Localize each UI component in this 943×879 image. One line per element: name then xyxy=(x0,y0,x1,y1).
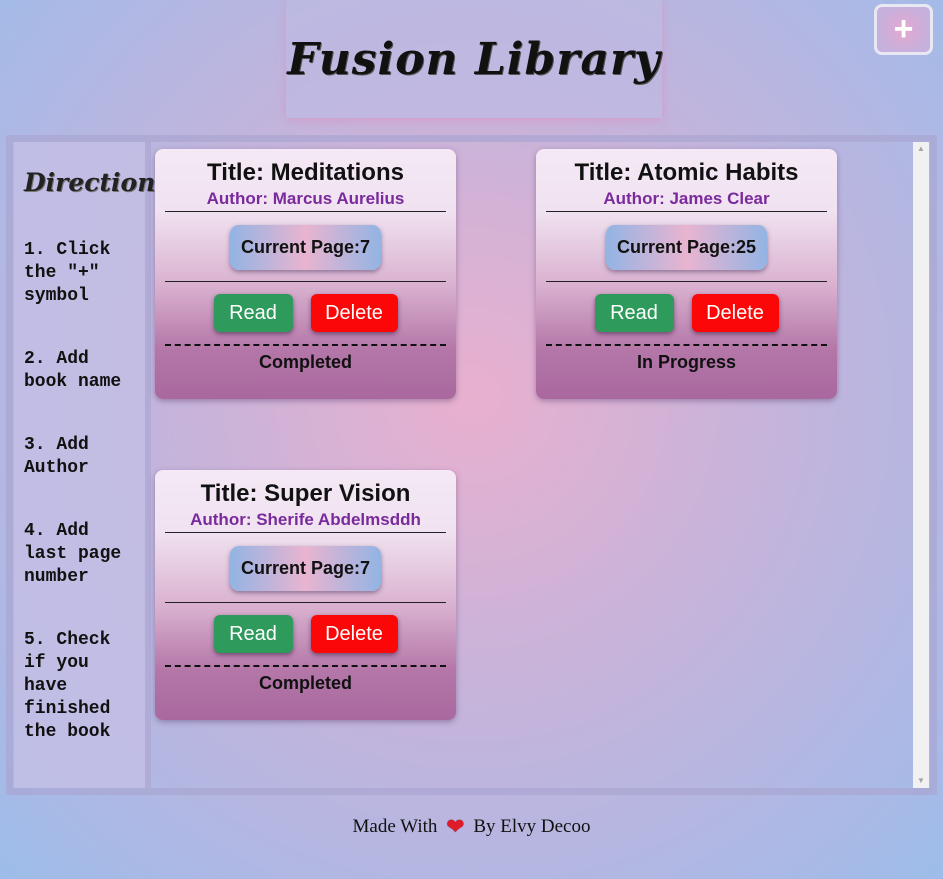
book-card: Title: Atomic Habits Author: James Clear… xyxy=(536,149,837,399)
current-page-badge: Current Page:7 xyxy=(229,225,382,270)
delete-button[interactable]: Delete xyxy=(310,615,398,653)
book-card: Title: Super Vision Author: Sherife Abde… xyxy=(155,470,456,720)
current-page-value: 25 xyxy=(736,237,757,257)
current-page-badge: Current Page:7 xyxy=(229,546,382,591)
direction-step: 3. Add Author xyxy=(24,435,89,478)
book-author: Author: James Clear xyxy=(603,189,770,208)
book-title: Title: Atomic Habits xyxy=(574,159,799,186)
current-page-label: Current Page: xyxy=(240,558,360,578)
delete-button[interactable]: Delete xyxy=(691,294,779,332)
scroll-up-arrow-icon[interactable]: ▲ xyxy=(913,142,929,156)
divider xyxy=(165,532,446,533)
book-status: Completed xyxy=(258,352,352,372)
plus-icon: + xyxy=(893,10,914,48)
current-page-badge: Current Page:25 xyxy=(605,225,768,270)
read-button[interactable]: Read xyxy=(594,294,674,332)
direction-step: 1. Click the "+" symbol xyxy=(24,240,111,306)
divider xyxy=(546,211,827,212)
book-status: In Progress xyxy=(636,352,737,372)
app-logo: Fusion Library xyxy=(287,33,661,85)
library-panel: Directions 1. Click the "+" symbol 2. Ad… xyxy=(6,135,937,795)
add-book-button[interactable]: + xyxy=(874,4,933,55)
logo-banner: Fusion Library xyxy=(286,0,662,118)
footer-author: By Elvy Decoo xyxy=(473,816,591,837)
heart-icon: ❤ xyxy=(446,814,465,839)
current-page-value: 7 xyxy=(360,237,371,257)
current-page-label: Current Page: xyxy=(240,237,360,257)
book-card: Title: Meditations Author: Marcus Aureli… xyxy=(155,149,456,399)
footer: Made With ❤ By Elvy Decoo xyxy=(0,814,943,840)
scroll-down-arrow-icon[interactable]: ▼ xyxy=(913,774,929,788)
book-author: Author: Marcus Aurelius xyxy=(206,189,405,208)
read-button[interactable]: Read xyxy=(213,294,293,332)
footer-made-with: Made With xyxy=(352,816,438,837)
book-status: Completed xyxy=(258,673,352,693)
direction-step: 4. Add last page number xyxy=(24,521,122,587)
read-button[interactable]: Read xyxy=(213,615,293,653)
directions-sidebar: Directions 1. Click the "+" symbol 2. Ad… xyxy=(14,142,170,788)
book-author: Author: Sherife Abdelmsddh xyxy=(190,510,421,529)
dashed-divider xyxy=(165,665,446,667)
direction-step: 2. Add book name xyxy=(24,349,122,392)
current-page-label: Current Page: xyxy=(616,237,736,257)
dashed-divider xyxy=(165,344,446,346)
vertical-scrollbar[interactable]: ▲ ▼ xyxy=(913,142,929,788)
divider xyxy=(165,211,446,212)
delete-button[interactable]: Delete xyxy=(310,294,398,332)
directions-title: Directions xyxy=(24,168,170,197)
book-title: Title: Meditations xyxy=(207,159,404,186)
book-title: Title: Super Vision xyxy=(200,480,411,507)
direction-step: 5. Check if you have finished the book xyxy=(24,630,111,742)
current-page-value: 7 xyxy=(360,558,371,578)
dashed-divider xyxy=(546,344,827,346)
